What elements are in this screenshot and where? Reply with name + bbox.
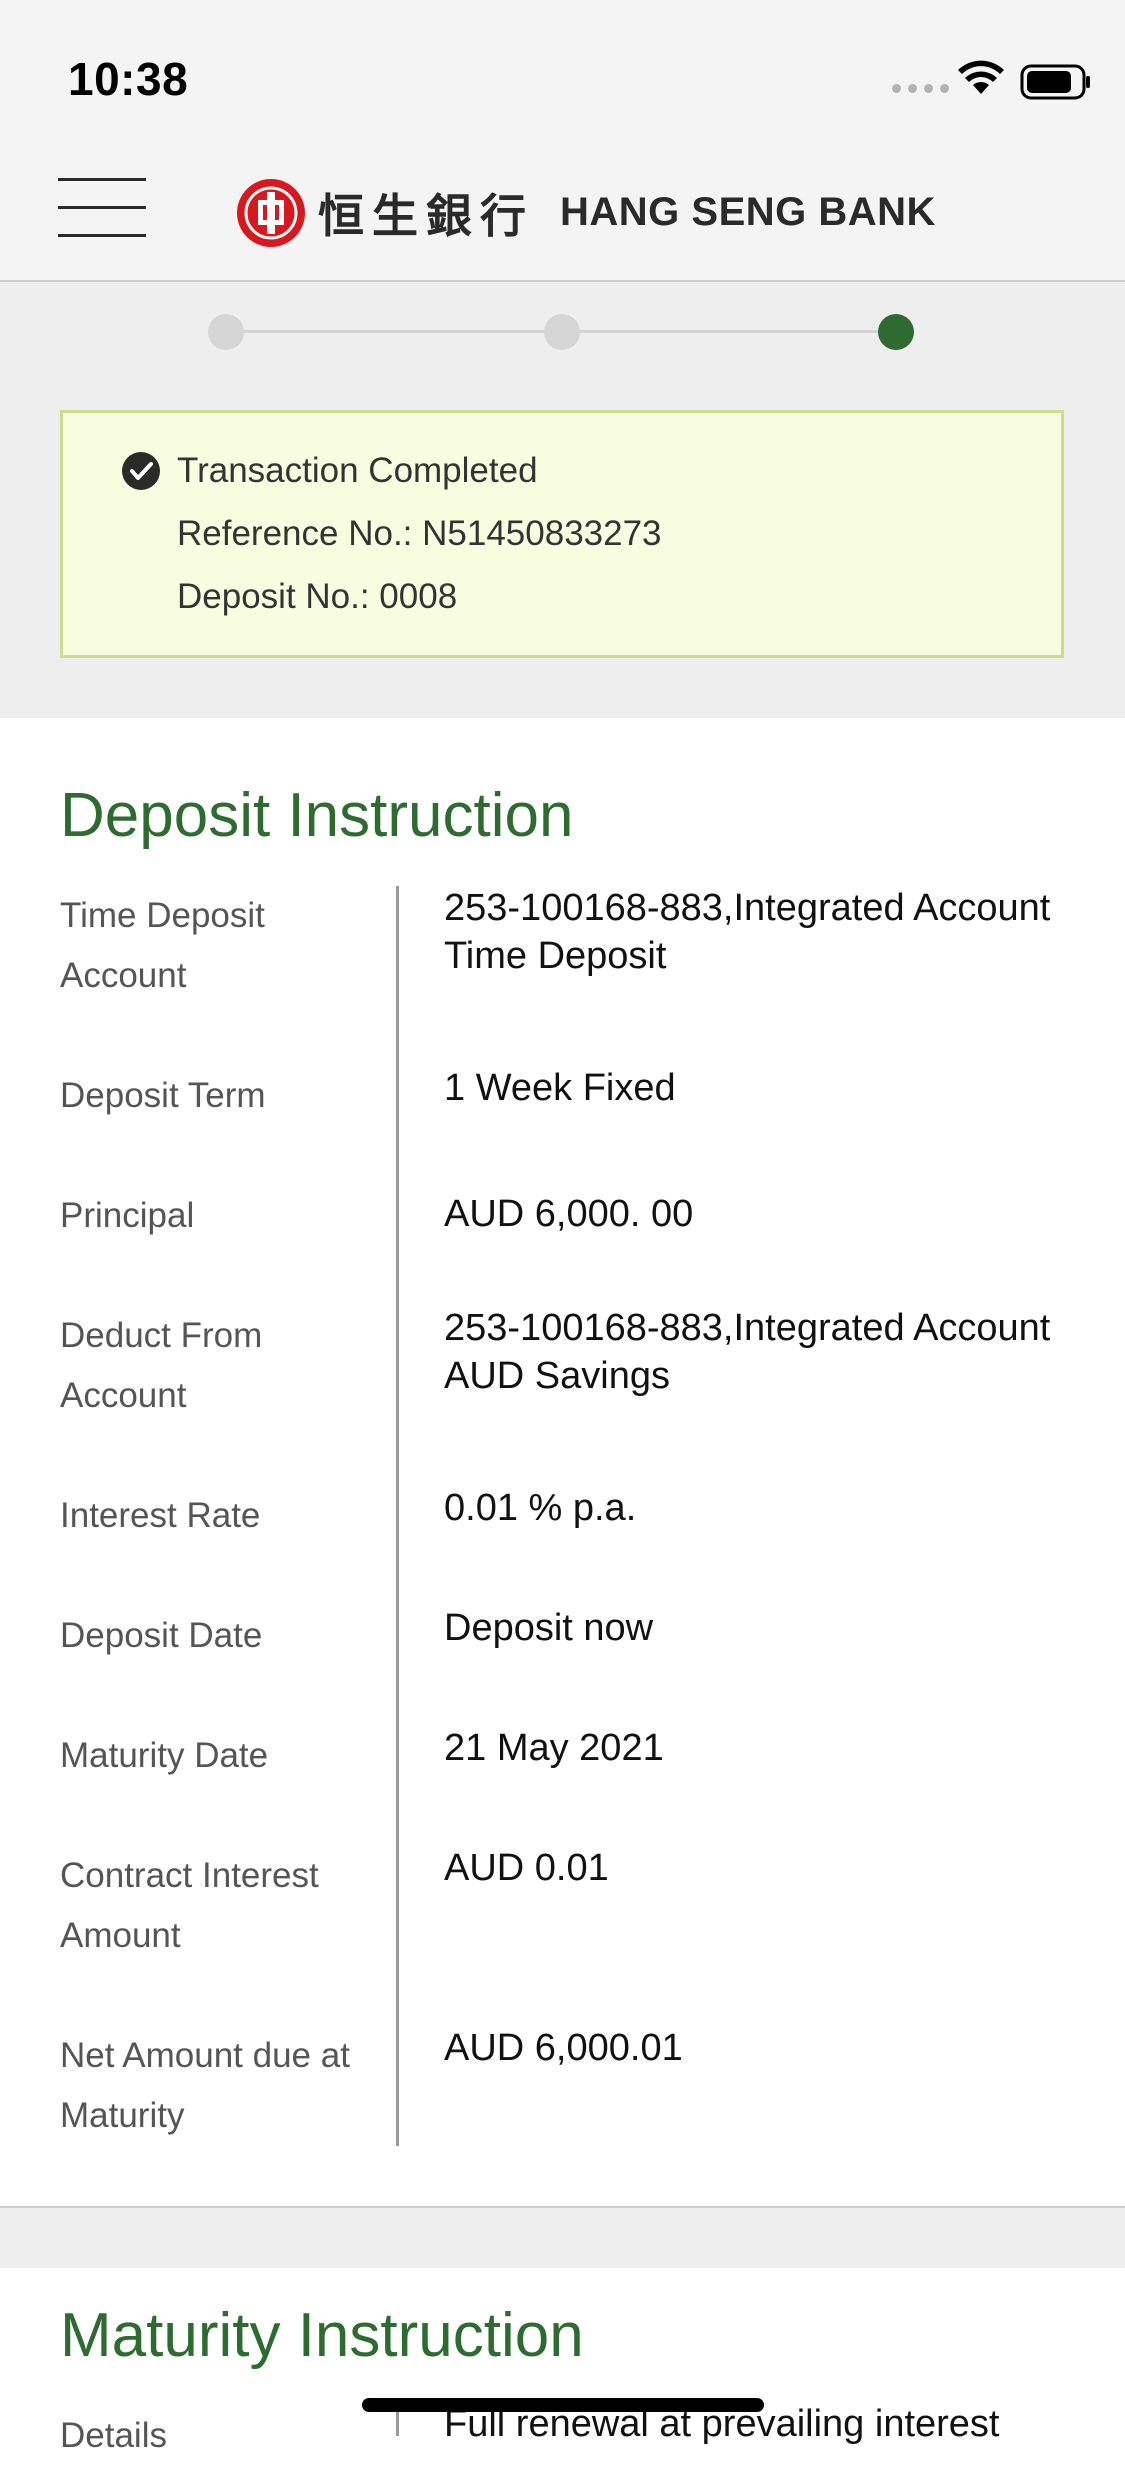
- label-time-deposit-account: Time Deposit Account: [60, 896, 265, 995]
- label-maturity-details: Details: [60, 2416, 167, 2455]
- value-contract-interest-amount: AUD 0.01: [444, 1847, 609, 1889]
- details-divider: [396, 886, 399, 2146]
- bank-name-chinese: 恒生銀行: [318, 189, 534, 243]
- hamburger-menu-icon[interactable]: [58, 178, 146, 238]
- label-principal: Principal: [60, 1196, 195, 1235]
- transaction-completed-banner: Transaction Completed Reference No.: N51…: [60, 410, 1064, 658]
- label-deduct-from-account: Deduct From Account: [60, 1316, 263, 1415]
- maturity-instruction-title: Maturity Instruction: [60, 2301, 584, 2370]
- label-deposit-term: Deposit Term: [60, 1076, 266, 1115]
- label-deposit-date: Deposit Date: [60, 1616, 263, 1655]
- progress-section: Transaction Completed Reference No.: N51…: [0, 282, 1125, 718]
- progress-step-1: [208, 314, 244, 350]
- deposit-number: Deposit No.: 0008: [177, 577, 458, 616]
- value-maturity-date: 21 May 2021: [444, 1727, 664, 1769]
- hang-seng-logo-icon: [236, 178, 306, 253]
- value-deposit-term: 1 Week Fixed: [444, 1067, 676, 1109]
- check-circle-icon: [121, 451, 161, 496]
- app-header: 恒生銀行 HANG SENG BANK: [0, 140, 1125, 282]
- label-net-amount-due: Net Amount due at Maturity: [60, 2036, 350, 2135]
- progress-step-3: [878, 314, 914, 350]
- deposit-instruction-title: Deposit Instruction: [60, 781, 574, 850]
- value-interest-rate: 0.01 % p.a.: [444, 1487, 637, 1529]
- label-maturity-date: Maturity Date: [60, 1736, 269, 1775]
- wifi-icon: [958, 60, 1004, 101]
- value-net-amount-due: AUD 6,000.01: [444, 2027, 683, 2069]
- bank-name-english: HANG SENG BANK: [560, 190, 936, 234]
- value-principal: AUD 6,000. 00: [444, 1193, 694, 1235]
- label-contract-interest-amount: Contract Interest Amount: [60, 1856, 319, 1955]
- cellular-signal-icon: [892, 84, 949, 93]
- transaction-status: Transaction Completed: [177, 451, 538, 490]
- reference-number: Reference No.: N51450833273: [177, 514, 662, 553]
- value-deduct-from-account: 253-100168-883,Integrated Account AUD Sa…: [444, 1307, 1051, 1397]
- home-indicator[interactable]: [362, 2398, 764, 2412]
- section-separator: [0, 2206, 1125, 2268]
- label-interest-rate: Interest Rate: [60, 1496, 261, 1535]
- value-deposit-date: Deposit now: [444, 1607, 654, 1649]
- value-time-deposit-account: 253-100168-883,Integrated Account Time D…: [444, 887, 1051, 977]
- progress-step-2: [544, 314, 580, 350]
- battery-icon: [1020, 64, 1092, 105]
- status-time: 10:38: [68, 53, 189, 105]
- status-bar: 10:38: [0, 0, 1125, 140]
